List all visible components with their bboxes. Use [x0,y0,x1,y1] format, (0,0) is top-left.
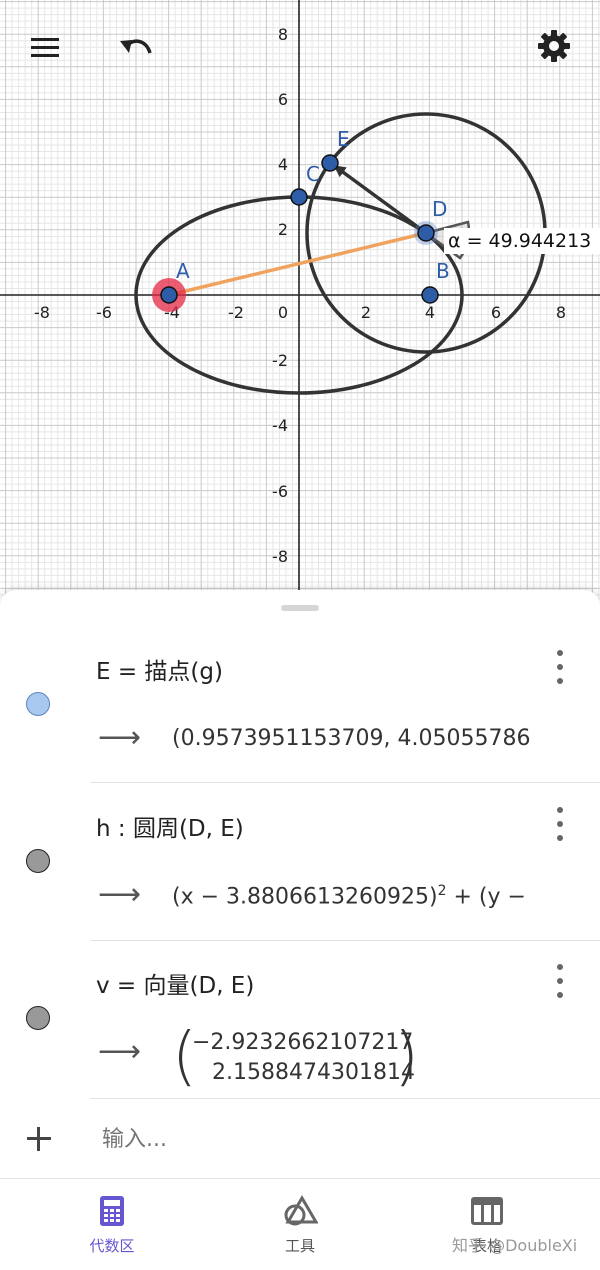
x-tick-label: 2 [361,303,371,322]
graphics-view[interactable]: -8 -6 -4 -2 0 2 4 6 8 8 6 4 2 -2 -4 -6 -… [0,0,600,600]
undo-button[interactable] [114,25,158,69]
watermark: 知乎 @DoubleXi [452,1236,578,1255]
row-menu-button[interactable] [548,650,572,684]
point-C[interactable] [290,188,308,206]
nav-algebra[interactable]: 代数区 [52,1195,172,1256]
bottom-navigation: 代数区 工具 表格 [0,1178,600,1270]
y-tick-label: 2 [278,220,288,239]
result-arrow-icon: ⟶ [98,1034,142,1069]
definition-E[interactable]: E = 描点(g) [96,652,223,686]
point-label-D: D [432,197,447,221]
point-E[interactable] [321,154,339,172]
right-paren: ) [394,1020,419,1094]
menu-button[interactable] [23,25,67,69]
algebra-row-E[interactable]: E = 描点(g) ⟶ (0.9573951153709, 4.05055786 [0,590,600,755]
x-tick-label: 6 [491,303,501,322]
algebra-row-h[interactable]: h : 圆周(D, E) ⟶ (x − 3.8806613260925)2 + … [0,747,600,912]
y-tick-label: -2 [272,351,288,370]
visibility-toggle-h[interactable] [26,849,50,873]
calculator-icon [100,1196,124,1226]
value-v-y: 2.1588474301814 [212,1060,415,1085]
nav-tools[interactable]: 工具 [240,1195,360,1256]
point-A[interactable] [160,286,178,304]
value-v-x: −2.9232662107217 [192,1030,414,1055]
x-tick-label: -2 [228,303,244,322]
x-tick-label: 8 [556,303,566,322]
hamburger-menu-icon [31,38,59,57]
point-label-E: E [337,127,350,151]
result-arrow-icon: ⟶ [98,877,142,912]
x-tick-label: -8 [34,303,50,322]
x-tick-label: -6 [96,303,112,322]
point-label-B: B [436,259,450,283]
y-tick-label: 4 [278,155,288,174]
table-icon [471,1197,503,1225]
row-menu-button[interactable] [548,807,572,841]
x-tick-label: 4 [425,303,435,322]
nav-label-tools: 工具 [284,1237,315,1255]
y-tick-label: -8 [272,547,288,566]
shapes-tool-icon [284,1195,319,1226]
algebra-input[interactable] [100,1120,564,1158]
visibility-toggle-E[interactable] [26,692,50,716]
input-row[interactable] [0,1098,600,1178]
point-label-A: A [176,259,190,283]
plus-icon[interactable] [25,1125,53,1153]
point-D[interactable] [417,224,435,242]
point-label-C: C [306,162,320,186]
definition-h[interactable]: h : 圆周(D, E) [96,809,244,843]
y-tick-label: 8 [278,25,288,44]
x-tick-label: 0 [278,303,288,322]
y-tick-label: -6 [272,482,288,501]
gear-icon [538,30,570,62]
row-menu-button[interactable] [548,964,572,998]
result-arrow-icon: ⟶ [98,720,142,755]
y-tick-label: 6 [278,90,288,109]
undo-icon [120,39,152,54]
definition-v[interactable]: v = 向量(D, E) [96,966,254,1000]
visibility-toggle-v[interactable] [26,1006,50,1030]
coordinate-plane[interactable]: -8 -6 -4 -2 0 2 4 6 8 8 6 4 2 -2 -4 -6 -… [0,0,600,600]
point-B[interactable] [421,286,439,304]
angle-label[interactable]: α = 49.944213 [448,230,591,252]
algebra-row-v[interactable]: v = 向量(D, E) ⟶ ( −2.9232662107217 2.1588… [0,904,600,1089]
nav-label-algebra: 代数区 [89,1237,135,1255]
y-tick-label: -4 [272,416,288,435]
settings-button[interactable] [532,24,576,68]
